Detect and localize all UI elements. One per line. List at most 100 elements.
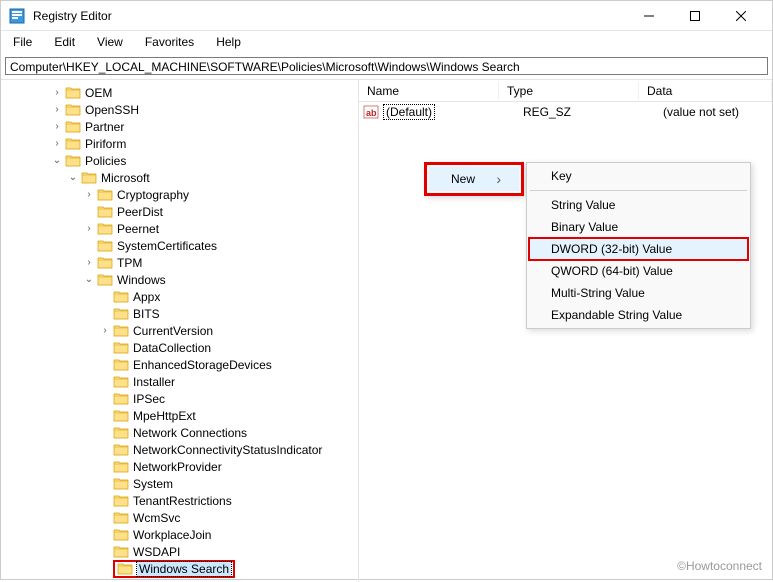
context-item-dword[interactable]: DWORD (32-bit) Value xyxy=(529,238,748,260)
folder-icon xyxy=(97,188,113,201)
tree-item-label: OpenSSH xyxy=(85,103,139,117)
menu-favorites[interactable]: Favorites xyxy=(141,33,198,51)
folder-icon xyxy=(113,545,129,558)
tree-item-label: Cryptography xyxy=(117,188,189,202)
tree-item[interactable]: SystemCertificates xyxy=(1,237,358,254)
tree-item[interactable]: System xyxy=(1,475,358,492)
close-button[interactable] xyxy=(718,1,764,31)
chevron-down-icon[interactable]: ⌄ xyxy=(49,155,65,166)
chevron-down-icon[interactable]: ⌄ xyxy=(65,172,81,183)
context-menu-sub: Key String Value Binary Value DWORD (32-… xyxy=(526,162,751,329)
folder-icon xyxy=(113,443,129,456)
list-row[interactable]: ab (Default) REG_SZ (value not set) xyxy=(359,102,772,122)
tree-item[interactable]: Installer xyxy=(1,373,358,390)
tree-item-label: CurrentVersion xyxy=(133,324,213,338)
maximize-button[interactable] xyxy=(672,1,718,31)
context-item-new[interactable]: New xyxy=(429,167,519,191)
titlebar: Registry Editor xyxy=(1,1,772,31)
col-data[interactable]: Data xyxy=(639,82,772,100)
tree-item[interactable]: NetworkProvider xyxy=(1,458,358,475)
tree-item-label: Partner xyxy=(85,120,124,134)
menu-help[interactable]: Help xyxy=(212,33,245,51)
tree-item[interactable]: WorkplaceJoin xyxy=(1,526,358,543)
context-item-qword[interactable]: QWORD (64-bit) Value xyxy=(529,260,748,282)
chevron-right-icon[interactable]: › xyxy=(49,138,65,149)
addressbar: Computer\HKEY_LOCAL_MACHINE\SOFTWARE\Pol… xyxy=(1,55,772,80)
tree-item[interactable]: TenantRestrictions xyxy=(1,492,358,509)
chevron-right-icon[interactable]: › xyxy=(81,257,97,268)
tree-item-label: Appx xyxy=(133,290,160,304)
folder-icon xyxy=(97,205,113,218)
tree-item[interactable]: NetworkConnectivityStatusIndicator xyxy=(1,441,358,458)
tree-item-label: WorkplaceJoin xyxy=(133,528,211,542)
col-type[interactable]: Type xyxy=(499,82,639,100)
tree-item[interactable]: EnhancedStorageDevices xyxy=(1,356,358,373)
context-item-key[interactable]: Key xyxy=(529,165,748,187)
submenu-arrow-icon xyxy=(496,171,501,187)
tree-item-label: OEM xyxy=(85,86,112,100)
folder-icon xyxy=(117,562,133,575)
svg-text:ab: ab xyxy=(366,108,377,118)
tree-item-label: System xyxy=(133,477,173,491)
tree-item[interactable]: Windows Search xyxy=(1,560,358,577)
menu-view[interactable]: View xyxy=(93,33,127,51)
folder-icon xyxy=(97,256,113,269)
tree-item[interactable]: › Cryptography xyxy=(1,186,358,203)
tree-item[interactable]: › Piriform xyxy=(1,135,358,152)
tree-item[interactable]: ›TPM xyxy=(1,254,358,271)
folder-icon xyxy=(97,239,113,252)
chevron-right-icon[interactable]: › xyxy=(49,87,65,98)
tree-panel[interactable]: ›OEM›OpenSSH›Partner›Piriform⌄Policies⌄M… xyxy=(1,80,359,582)
folder-icon xyxy=(113,392,129,405)
col-name[interactable]: Name xyxy=(359,82,499,100)
tree-item[interactable]: WcmSvc xyxy=(1,509,358,526)
chevron-right-icon[interactable]: › xyxy=(49,121,65,132)
chevron-right-icon[interactable]: › xyxy=(49,104,65,115)
folder-icon xyxy=(65,154,81,167)
folder-icon xyxy=(65,120,81,133)
chevron-right-icon[interactable]: › xyxy=(81,223,97,234)
tree-item-label: Piriform xyxy=(85,137,126,151)
tree-item[interactable]: WSDAPI xyxy=(1,543,358,560)
tree-item-label: Windows xyxy=(117,273,166,287)
tree-item[interactable]: IPSec xyxy=(1,390,358,407)
tree-item-label: DataCollection xyxy=(133,341,211,355)
tree-item[interactable]: MpeHttpExt xyxy=(1,407,358,424)
chevron-right-icon[interactable]: › xyxy=(81,189,97,200)
folder-icon xyxy=(113,358,129,371)
folder-icon xyxy=(65,103,81,116)
tree-item[interactable]: BITS xyxy=(1,305,358,322)
tree-item[interactable]: PeerDist xyxy=(1,203,358,220)
watermark: ©Howtoconnect xyxy=(677,559,762,573)
folder-icon xyxy=(81,171,97,184)
tree-item[interactable]: Network Connections xyxy=(1,424,358,441)
menu-edit[interactable]: Edit xyxy=(50,33,79,51)
tree-item[interactable]: ⌄Policies xyxy=(1,152,358,169)
chevron-right-icon[interactable]: › xyxy=(97,325,113,336)
address-field[interactable]: Computer\HKEY_LOCAL_MACHINE\SOFTWARE\Pol… xyxy=(5,57,768,75)
folder-icon xyxy=(113,290,129,303)
context-item-binary[interactable]: Binary Value xyxy=(529,216,748,238)
folder-icon xyxy=(97,273,113,286)
chevron-down-icon[interactable]: ⌄ xyxy=(81,274,97,285)
tree-item[interactable]: Appx xyxy=(1,288,358,305)
tree-item[interactable]: › CurrentVersion xyxy=(1,322,358,339)
context-item-multistring[interactable]: Multi-String Value xyxy=(529,282,748,304)
tree-item[interactable]: › OEM xyxy=(1,84,358,101)
menu-file[interactable]: File xyxy=(9,33,36,51)
tree-item[interactable]: › Partner xyxy=(1,118,358,135)
tree-item-label: Network Connections xyxy=(133,426,247,440)
tree-item[interactable]: ⌄Microsoft xyxy=(1,169,358,186)
folder-icon xyxy=(97,222,113,235)
list-panel: Name Type Data ab (Default) REG_SZ (valu… xyxy=(359,80,772,582)
tree-item[interactable]: ⌄ Windows xyxy=(1,271,358,288)
minimize-button[interactable] xyxy=(626,1,672,31)
tree-item[interactable]: › OpenSSH xyxy=(1,101,358,118)
folder-icon xyxy=(65,86,81,99)
tree-item[interactable]: ›Peernet xyxy=(1,220,358,237)
value-name: (Default) xyxy=(383,104,435,120)
context-item-string[interactable]: String Value xyxy=(529,194,748,216)
tree-item-label: Windows Search xyxy=(137,562,231,576)
context-item-expandable[interactable]: Expandable String Value xyxy=(529,304,748,326)
tree-item[interactable]: DataCollection xyxy=(1,339,358,356)
